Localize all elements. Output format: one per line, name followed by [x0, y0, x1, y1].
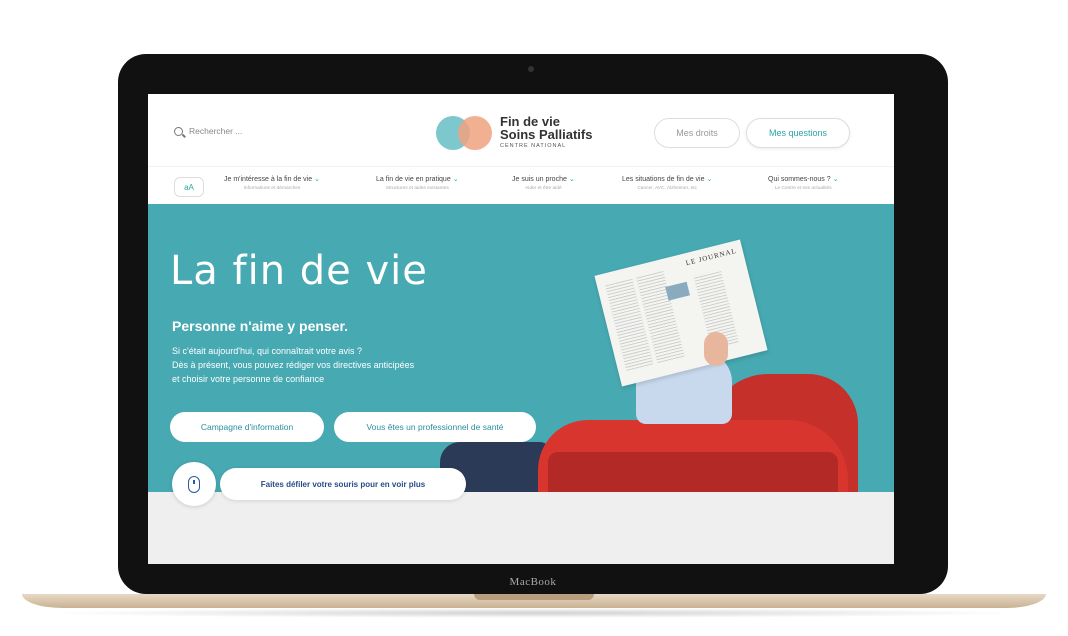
chevron-down-icon: ⌄ [706, 176, 713, 183]
scroll-mouse-button[interactable] [172, 462, 216, 506]
search-input[interactable]: Rechercher ... [189, 126, 242, 136]
hero-title: La fin de vie [170, 248, 428, 294]
laptop-lid: Rechercher ... Fin de vie Soins Palliati… [118, 54, 948, 594]
laptop-shadow [40, 608, 1028, 618]
mouse-icon [188, 475, 200, 493]
health-professional-button[interactable]: Vous êtes un professionnel de santé [334, 412, 536, 442]
device-brand: MacBook [509, 576, 557, 588]
nav-item-practice[interactable]: La fin de vie en pratique ⌄ Structures e… [376, 175, 459, 191]
site-logo[interactable]: Fin de vie Soins Palliatifs CENTRE NATIO… [436, 114, 592, 150]
nav-item-interest[interactable]: Je m'intéresse à la fin de vie ⌄ Informa… [224, 175, 320, 191]
base-notch [474, 594, 594, 600]
my-rights-button[interactable]: Mes droits [654, 118, 740, 148]
person-hand [704, 332, 728, 366]
nav-item-about[interactable]: Qui sommes-nous ? ⌄ Le Centre et ses act… [768, 175, 838, 191]
main-nav: aA Je m'intéresse à la fin de vie ⌄ Info… [148, 166, 894, 204]
my-questions-button[interactable]: Mes questions [746, 118, 850, 148]
logo-mark-icon [436, 114, 494, 150]
nav-item-situations[interactable]: Les situations de fin de vie ⌄ Cancer, A… [622, 175, 712, 191]
content-area [148, 492, 894, 564]
chair-seat [548, 452, 838, 492]
nav-item-relative[interactable]: Je suis un proche ⌄ Aider et être aidé [512, 175, 575, 191]
scroll-hint[interactable]: Faites défiler votre souris pour en voir… [220, 468, 466, 500]
chevron-down-icon: ⌄ [832, 176, 839, 183]
search-icon [174, 126, 183, 136]
campaign-button[interactable]: Campagne d'information [170, 412, 324, 442]
hero-subtitle: Personne n'aime y penser. [172, 318, 349, 334]
laptop-base [22, 594, 1046, 608]
hero-paragraph: Si c'était aujourd'hui, qui connaîtrait … [172, 346, 415, 384]
logo-line2: Soins Palliatifs [500, 127, 593, 142]
chevron-down-icon: ⌄ [452, 176, 459, 183]
newspaper-image: LE JOURNAL [594, 239, 768, 387]
camera [528, 66, 534, 72]
hero-banner: LE JOURNAL La fin de vie Personne n'aime… [148, 204, 894, 492]
newspaper-headline: LE JOURNAL [684, 246, 738, 268]
logo-line3: CENTRE NATIONAL [500, 143, 567, 149]
chevron-down-icon: ⌄ [314, 176, 320, 183]
font-size-button[interactable]: aA [174, 177, 204, 197]
chevron-down-icon: ⌄ [568, 176, 575, 183]
screen: Rechercher ... Fin de vie Soins Palliati… [148, 94, 894, 564]
site-header: Rechercher ... Fin de vie Soins Palliati… [148, 94, 894, 166]
search-bar[interactable]: Rechercher ... [174, 126, 242, 136]
